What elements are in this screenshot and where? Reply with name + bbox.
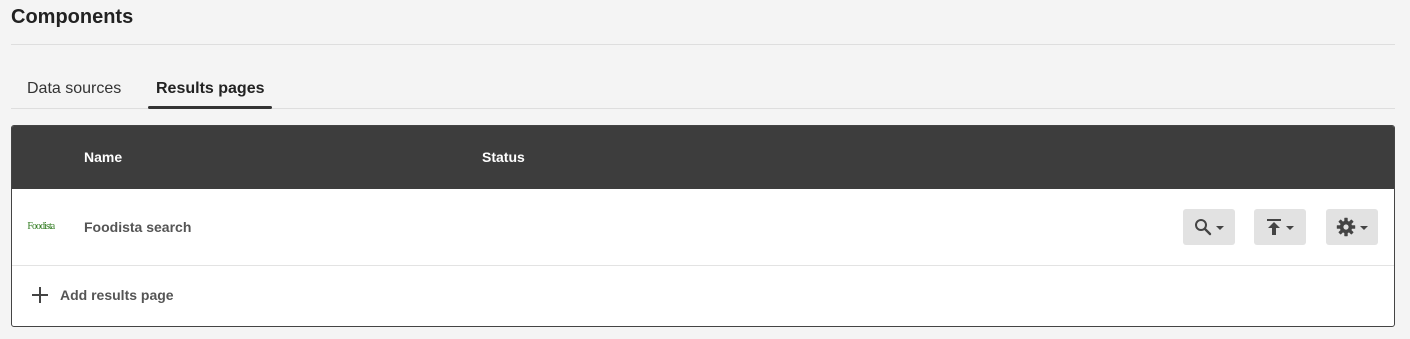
tab-bar: Data sources Results pages [11,70,1395,109]
settings-dropdown-button[interactable] [1326,209,1378,245]
title-divider [11,44,1395,45]
table-row[interactable]: Foodista Foodista search [12,189,1394,266]
page-title: Components [11,6,134,28]
foodista-logo: Foodista [27,220,55,232]
tab-data-sources[interactable]: Data sources [27,70,121,108]
tab-results-pages[interactable]: Results pages [148,70,273,109]
publish-icon [1266,218,1282,236]
column-header-status[interactable]: Status [482,126,525,189]
add-results-page-label: Add results page [60,287,174,303]
gear-icon [1336,217,1356,237]
publish-dropdown-button[interactable] [1254,209,1306,245]
chevron-down-icon [1216,225,1224,230]
plus-icon [32,287,48,303]
add-results-page-button[interactable]: Add results page [12,266,1394,325]
column-header-name[interactable]: Name [84,126,122,189]
chevron-down-icon [1286,225,1294,230]
chevron-down-icon [1360,225,1368,230]
table-header: Name Status [12,126,1394,189]
results-pages-table: Name Status Foodista Foodista search Add… [11,125,1395,327]
search-icon [1194,218,1212,236]
search-dropdown-button[interactable] [1183,209,1235,245]
row-name[interactable]: Foodista search [84,189,191,265]
